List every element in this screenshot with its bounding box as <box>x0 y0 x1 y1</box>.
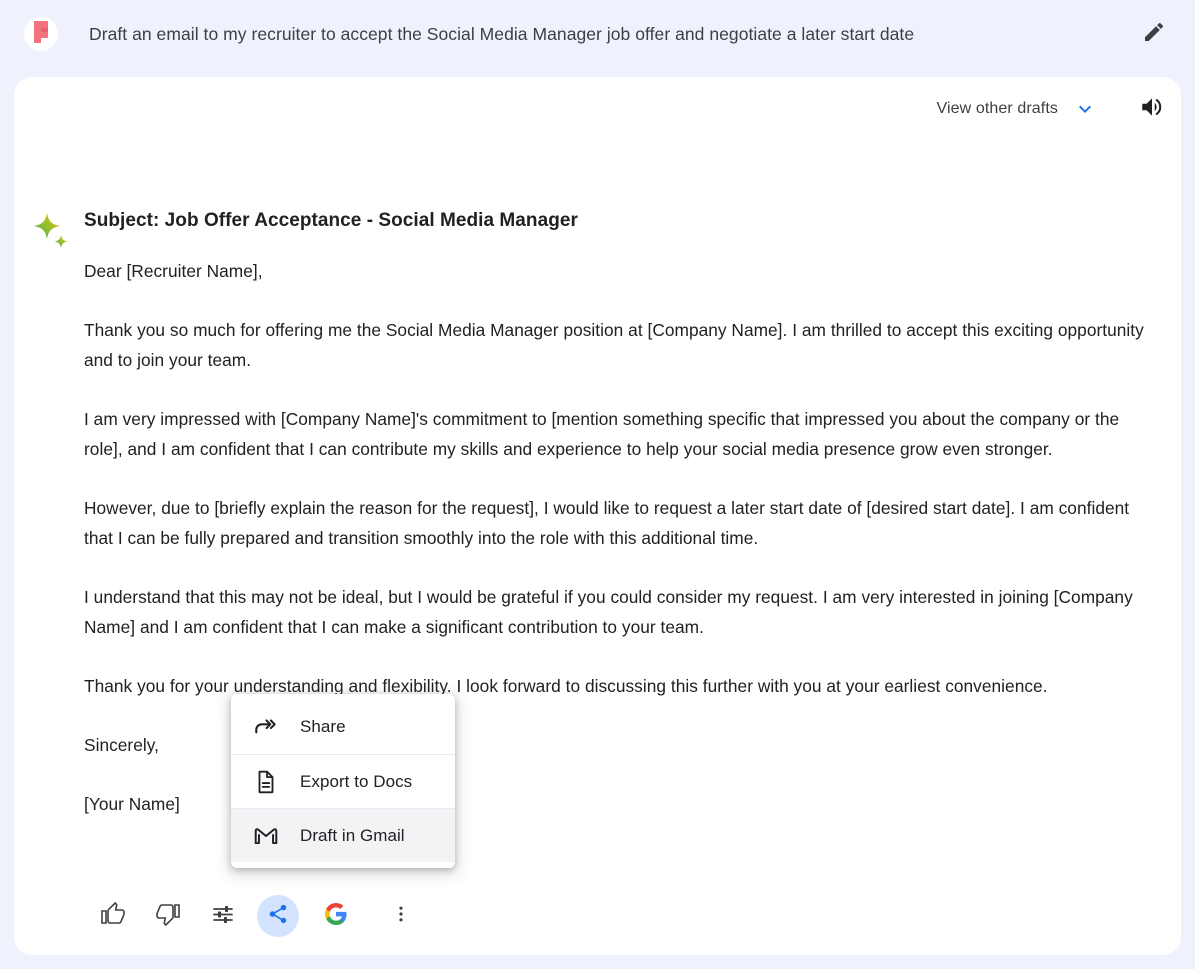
share-context-menu: Share Export to Docs Draft in Gmail <box>231 694 455 868</box>
email-subject-line: Subject: Job Offer Acceptance - Social M… <box>84 210 578 231</box>
avatar <box>24 17 58 51</box>
pencil-icon <box>1142 20 1166 49</box>
menu-item-label: Export to Docs <box>300 771 413 791</box>
thumb-down-button[interactable] <box>147 895 189 937</box>
menu-item-draft-in-gmail[interactable]: Draft in Gmail <box>231 808 455 862</box>
menu-item-export-to-docs[interactable]: Export to Docs <box>231 754 455 808</box>
edit-prompt-button[interactable] <box>1137 17 1171 51</box>
card-top-toolbar: View other drafts <box>931 89 1167 129</box>
view-other-drafts-label: View other drafts <box>936 100 1058 117</box>
menu-item-label: Draft in Gmail <box>300 825 405 845</box>
share-icon <box>267 903 289 930</box>
prompt-header: Draft an email to my recruiter to accept… <box>0 0 1195 68</box>
email-paragraph: I understand that this may not be ideal,… <box>84 587 1133 637</box>
menu-item-label: Share <box>300 717 346 736</box>
menu-item-share[interactable]: Share <box>231 700 455 754</box>
more-options-button[interactable] <box>380 895 422 937</box>
modify-response-button[interactable] <box>202 895 244 937</box>
document-icon <box>253 769 279 795</box>
email-paragraph: I am very impressed with [Company Name]'… <box>84 409 1120 459</box>
view-other-drafts-button[interactable]: View other drafts <box>931 93 1103 125</box>
text-to-speech-button[interactable] <box>1137 94 1167 124</box>
flipboard-f-logo-icon <box>30 20 52 49</box>
email-paragraph: Dear [Recruiter Name], <box>84 261 263 281</box>
share-button[interactable] <box>257 895 299 937</box>
google-g-icon <box>324 902 348 931</box>
chevron-down-icon <box>1073 97 1097 121</box>
thumb-up-icon <box>101 901 125 931</box>
email-paragraph: However, due to [briefly explain the rea… <box>84 498 1130 548</box>
thumb-down-icon <box>156 902 180 931</box>
more-vert-icon <box>391 904 411 929</box>
email-paragraph: Thank you so much for offering me the So… <box>84 320 1144 370</box>
response-action-bar <box>92 895 435 937</box>
google-search-button[interactable] <box>315 895 357 937</box>
speaker-icon <box>1139 94 1165 125</box>
sparkle-icon <box>30 209 78 257</box>
response-card: View other drafts Subject: Job Offer Acc… <box>14 77 1181 955</box>
gmail-m-icon <box>253 823 279 849</box>
share-arrow-icon <box>253 714 279 740</box>
tune-sliders-icon <box>211 902 235 931</box>
prompt-text: Draft an email to my recruiter to accept… <box>89 24 915 44</box>
thumb-up-button[interactable] <box>92 895 134 937</box>
